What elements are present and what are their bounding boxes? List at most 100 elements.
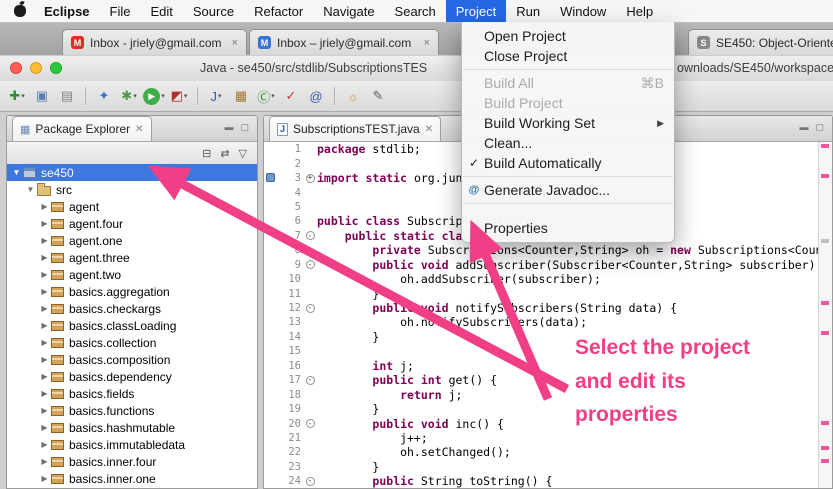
menu-item-build-automatically[interactable]: ✓Build Automatically	[462, 153, 674, 173]
close-editor-icon[interactable]: ✕	[425, 124, 433, 135]
chevron-right-icon[interactable]: ▶	[39, 287, 50, 296]
run-button[interactable]: ▶▾	[143, 85, 165, 107]
package-explorer-tab[interactable]: ▦ Package Explorer ✕	[12, 116, 152, 141]
chevron-right-icon[interactable]: ▶	[39, 355, 50, 364]
tree-item-basics-dependency[interactable]: ▶basics.dependency	[7, 368, 257, 385]
menubar-item-help[interactable]: Help	[616, 0, 663, 22]
tree-item-agent-two[interactable]: ▶agent.two	[7, 266, 257, 283]
minimize-view-icon[interactable]: ▬	[224, 122, 233, 133]
occurrence-marker[interactable]	[821, 239, 829, 243]
tab-close-icon[interactable]: ×	[424, 37, 430, 49]
overview-ruler[interactable]	[818, 142, 832, 488]
maximize-editor-icon[interactable]: ▢	[815, 122, 824, 133]
link-with-editor-icon[interactable]: ⇄	[220, 147, 229, 160]
menubar-item-navigate[interactable]: Navigate	[313, 0, 384, 22]
chevron-right-icon[interactable]: ▶	[39, 372, 50, 381]
chevron-right-icon[interactable]: ▶	[39, 253, 50, 262]
code-line-14[interactable]: 14 }	[264, 330, 832, 344]
code-line-19[interactable]: 19 }	[264, 402, 832, 416]
editor-tab[interactable]: J SubscriptionsTEST.java ✕	[269, 116, 441, 141]
code-line-23[interactable]: 23 }	[264, 460, 832, 474]
close-window-button[interactable]	[10, 62, 22, 74]
chevron-right-icon[interactable]: ▶	[39, 474, 50, 483]
menubar-item-search[interactable]: Search	[385, 0, 446, 22]
code-line-17[interactable]: 17- public int get() {	[264, 373, 832, 387]
chevron-right-icon[interactable]: ▶	[39, 440, 50, 449]
view-menu-icon[interactable]: ▽	[239, 147, 247, 160]
menubar-item-run[interactable]: Run	[506, 0, 550, 22]
fold-collapse-icon[interactable]: -	[306, 419, 315, 428]
chevron-right-icon[interactable]: ▶	[39, 202, 50, 211]
occurrence-marker[interactable]	[821, 446, 829, 450]
tree-item-agent[interactable]: ▶agent	[7, 198, 257, 215]
browser-tab[interactable]: MInbox - jriely@gmail.com×	[62, 29, 247, 55]
apple-icon[interactable]	[14, 5, 26, 17]
fold-collapse-icon[interactable]: -	[306, 260, 315, 269]
code-line-11[interactable]: 11 }	[264, 286, 832, 300]
tree-item-basics-checkargs[interactable]: ▶basics.checkargs	[7, 300, 257, 317]
tree-item-basics-inner-one[interactable]: ▶basics.inner.one	[7, 470, 257, 487]
code-line-21[interactable]: 21 j++;	[264, 431, 832, 445]
occurrence-marker[interactable]	[821, 421, 829, 425]
chevron-right-icon[interactable]: ▶	[39, 236, 50, 245]
tree-item-basics-aggregation[interactable]: ▶basics.aggregation	[7, 283, 257, 300]
menubar-item-project[interactable]: Project	[446, 0, 506, 22]
chevron-down-icon[interactable]: ▼	[11, 168, 22, 177]
chevron-right-icon[interactable]: ▶	[39, 270, 50, 279]
chevron-down-icon[interactable]: ▼	[25, 185, 36, 194]
menubar-item-edit[interactable]: Edit	[140, 0, 182, 22]
maximize-view-icon[interactable]: ▢	[240, 122, 249, 133]
menu-item-generate-javadoc[interactable]: @Generate Javadoc...	[462, 180, 674, 200]
annotations-button[interactable]: ✎	[367, 85, 389, 107]
browser-tab[interactable]: SSE450: Object-Oriented Sof	[688, 29, 833, 55]
fold-expand-icon[interactable]: +	[306, 174, 315, 183]
tree-item-se450[interactable]: ▼se450	[7, 164, 257, 181]
code-line-20[interactable]: 20- public void inc() {	[264, 416, 832, 430]
occurrence-marker[interactable]	[821, 459, 829, 463]
tree-item-basics-hashmutable[interactable]: ▶basics.hashmutable	[7, 419, 257, 436]
save-button[interactable]: ▣	[31, 85, 53, 107]
tree-item-basics-collection[interactable]: ▶basics.collection	[7, 334, 257, 351]
chevron-right-icon[interactable]: ▶	[39, 219, 50, 228]
tree-item-basics-functions[interactable]: ▶basics.functions	[7, 402, 257, 419]
code-line-15[interactable]: 15	[264, 344, 832, 358]
code-line-12[interactable]: 12- public void notifySubscribers(String…	[264, 301, 832, 315]
menubar-item-file[interactable]: File	[100, 0, 141, 22]
code-line-18[interactable]: 18 return j;	[264, 387, 832, 401]
tree-item-src[interactable]: ▼src	[7, 181, 257, 198]
code-line-24[interactable]: 24- public String toString() {	[264, 474, 832, 488]
chevron-right-icon[interactable]: ▶	[39, 406, 50, 415]
close-view-icon[interactable]: ✕	[135, 124, 143, 135]
new-button[interactable]: ✚▾	[6, 85, 28, 107]
menu-item-close-project[interactable]: Close Project	[462, 46, 674, 66]
minimize-editor-icon[interactable]: ▬	[799, 122, 808, 133]
tree-item-basics-immutabledata[interactable]: ▶basics.immutabledata	[7, 436, 257, 453]
new-package-button[interactable]: ▦	[230, 85, 252, 107]
menubar-item-window[interactable]: Window	[550, 0, 616, 22]
code-line-13[interactable]: 13 oh.notifySubscribers(data);	[264, 315, 832, 329]
fold-collapse-icon[interactable]: -	[306, 304, 315, 313]
chevron-right-icon[interactable]: ▶	[39, 423, 50, 432]
tree-item-basics-classloading[interactable]: ▶basics.classLoading	[7, 317, 257, 334]
zoom-window-button[interactable]	[50, 62, 62, 74]
tab-close-icon[interactable]: ×	[232, 37, 238, 49]
fold-collapse-icon[interactable]: -	[306, 231, 315, 240]
code-line-16[interactable]: 16 int j;	[264, 359, 832, 373]
menubar-item-refactor[interactable]: Refactor	[244, 0, 313, 22]
menu-item-build-working-set[interactable]: Build Working Set▶	[462, 113, 674, 133]
code-line-9[interactable]: 9- public void addSubscriber(Subscriber<…	[264, 258, 832, 272]
print-button[interactable]: ▤	[56, 85, 78, 107]
occurrence-marker[interactable]	[821, 144, 829, 148]
new-class-button[interactable]: Ⓒ▾	[255, 85, 277, 107]
occurrence-marker[interactable]	[821, 301, 829, 305]
fold-collapse-icon[interactable]: -	[306, 477, 315, 486]
chevron-right-icon[interactable]: ▶	[39, 389, 50, 398]
fold-collapse-icon[interactable]: -	[306, 376, 315, 385]
menubar-item-eclipse[interactable]: Eclipse	[34, 0, 100, 22]
tree-item-basics-composition[interactable]: ▶basics.composition	[7, 351, 257, 368]
collapse-all-icon[interactable]: ⊟	[202, 147, 211, 160]
tree-item-agent-one[interactable]: ▶agent.one	[7, 232, 257, 249]
code-line-10[interactable]: 10 oh.addSubscriber(subscriber);	[264, 272, 832, 286]
new-java-project-button[interactable]: J▾	[205, 85, 227, 107]
chevron-right-icon[interactable]: ▶	[39, 321, 50, 330]
